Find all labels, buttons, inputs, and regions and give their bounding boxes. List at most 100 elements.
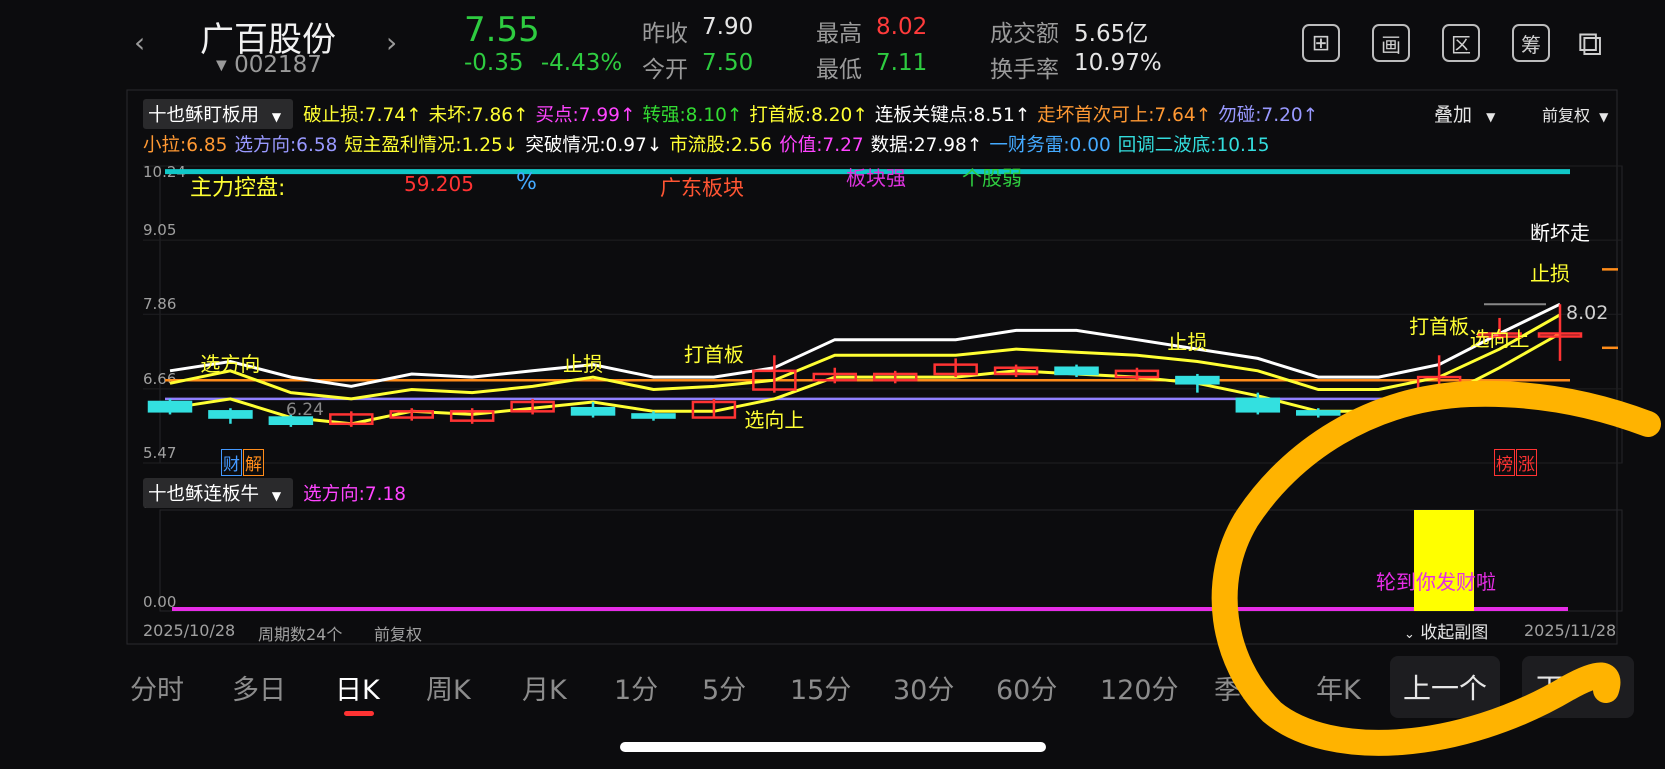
active-tab-indicator bbox=[344, 711, 374, 716]
sub-indicator-name: 十也稣连板牛 bbox=[148, 484, 260, 505]
candle-body bbox=[1416, 375, 1462, 391]
chart-annotation: 止损 bbox=[563, 352, 603, 376]
collapse-subchart-button[interactable]: ⌄ 收起副图 bbox=[1404, 618, 1488, 643]
chevron-down-icon: ⌄ bbox=[1404, 627, 1415, 642]
candle-body bbox=[812, 372, 858, 382]
rotate-screen-icon[interactable]: ⧉ bbox=[1578, 24, 1602, 64]
price-change-abs: -0.35 bbox=[464, 50, 524, 76]
tab-intraday[interactable]: 分时 bbox=[130, 668, 184, 707]
sub-plot-area bbox=[159, 509, 1623, 612]
candle-body bbox=[872, 372, 918, 382]
price-change-pct: -4.43% bbox=[540, 50, 623, 76]
candle-body bbox=[752, 369, 797, 391]
prev-stock-arrow[interactable]: ‹ bbox=[134, 26, 145, 59]
sub-signal-bar bbox=[1414, 510, 1474, 611]
tab-1min[interactable]: 1分 bbox=[614, 668, 658, 707]
stock-weak-label: 个股弱 bbox=[962, 166, 1022, 190]
tab-season-k[interactable]: 季K bbox=[1214, 668, 1259, 707]
candle-body bbox=[1356, 410, 1401, 419]
chart-annotation: 选方向 bbox=[200, 352, 260, 376]
home-indicator[interactable] bbox=[620, 742, 1046, 752]
sub-indicator-select[interactable]: 十也稣连板牛 ▼ bbox=[143, 478, 294, 508]
candle-body bbox=[208, 410, 253, 419]
indicator-value-key-point: 连板关键点:8.51↑ bbox=[874, 105, 1031, 126]
tab-15min[interactable]: 15分 bbox=[790, 668, 851, 707]
high-value: 8.02 bbox=[876, 14, 928, 40]
candle-body bbox=[1477, 332, 1522, 338]
indicator-value-first-break: 走坏首次可上:7.64↑ bbox=[1037, 105, 1212, 126]
chevron-down-icon: ▼ bbox=[216, 57, 227, 74]
overlay-dropdown[interactable]: 叠加 ▼ bbox=[1434, 100, 1495, 127]
indicator-value-not-broken: 未坏:7.86↑ bbox=[428, 105, 529, 126]
main-indicator-row-2: 小拉:6.85 选方向:6.58 短主盈利情况:1.25↓ 突破情况:0.97↓… bbox=[143, 131, 1276, 157]
max-price-marker: 8.02 bbox=[1566, 302, 1609, 324]
open-value: 7.50 bbox=[702, 50, 754, 76]
rank-badge[interactable]: 榜 bbox=[1494, 449, 1515, 476]
chart-annotation: 选向上 bbox=[744, 408, 804, 432]
indicator-value-value: 价值:7.27 bbox=[779, 135, 864, 156]
high-label: 最高 bbox=[816, 21, 862, 47]
indicator-value-first-board: 打首板:8.20↑ bbox=[749, 105, 868, 126]
stock-code: 002187 bbox=[234, 52, 322, 78]
add-watchlist-button[interactable]: ⊞ bbox=[1302, 24, 1340, 62]
finance-badge[interactable]: 财 bbox=[221, 449, 242, 476]
chevron-down-icon: ▼ bbox=[1486, 110, 1496, 124]
tab-week-k[interactable]: 周K bbox=[426, 668, 471, 707]
indicator-series-line bbox=[169, 313, 1561, 401]
indicator-value-data: 数据:27.98↑ bbox=[870, 135, 983, 156]
candle-body bbox=[389, 410, 434, 419]
candle-body bbox=[1235, 397, 1281, 413]
limit-up-badge[interactable]: 涨 bbox=[1516, 449, 1537, 476]
candle-body bbox=[329, 413, 374, 426]
indicator-value-turn-strong: 转强:8.10↑ bbox=[642, 105, 743, 126]
candle-body bbox=[147, 400, 193, 413]
x-axis-adjust: 前复权 bbox=[374, 625, 423, 644]
main-control-value: 59.205 bbox=[404, 172, 474, 196]
main-control-percent: % bbox=[516, 170, 537, 195]
chart-annotation: 打首板 bbox=[684, 343, 744, 367]
tab-day-k[interactable]: 日K bbox=[335, 668, 380, 707]
turnover-rate-value: 10.97% bbox=[1074, 50, 1162, 76]
range-stat-button[interactable]: 区 bbox=[1442, 24, 1480, 62]
low-label: 最低 bbox=[816, 57, 862, 83]
sub-indicator-row: 十也稣连板牛 ▼ 选方向:7.18 bbox=[143, 478, 413, 508]
indicator-series-line bbox=[169, 302, 1561, 388]
tab-year-k[interactable]: 年K bbox=[1316, 668, 1361, 707]
y-tick-label: 6.66 bbox=[143, 370, 176, 388]
next-stock-button[interactable]: 下一个 bbox=[1522, 656, 1634, 718]
chart-annotation: 止损 bbox=[1167, 330, 1207, 354]
sub-chart-slogan: 轮到你发财啦 bbox=[1376, 570, 1496, 594]
tab-60min[interactable]: 60分 bbox=[996, 668, 1057, 707]
main-indicator-select[interactable]: 十也稣盯板用 ▼ bbox=[143, 99, 294, 129]
chip-distribution-button[interactable]: 筹 bbox=[1512, 24, 1550, 62]
stock-code-dropdown[interactable]: ▼ 002187 bbox=[216, 52, 322, 78]
tab-30min[interactable]: 30分 bbox=[893, 668, 954, 707]
tab-month-k[interactable]: 月K bbox=[522, 668, 567, 707]
tab-multi-day[interactable]: 多日 bbox=[232, 668, 286, 707]
prev-stock-button[interactable]: 上一个 bbox=[1390, 656, 1500, 718]
min-price-marker: 6.24 bbox=[286, 400, 324, 420]
indicator-value-direction: 选方向:6.58 bbox=[234, 135, 338, 156]
tab-5min[interactable]: 5分 bbox=[702, 668, 746, 707]
sub-indicator-value: 选方向:7.18 bbox=[303, 484, 407, 505]
turnover-amount-label: 成交额 bbox=[990, 21, 1059, 47]
draw-tool-button[interactable]: 画 bbox=[1372, 24, 1410, 62]
candle-body bbox=[1054, 366, 1099, 376]
tab-120min[interactable]: 120分 bbox=[1100, 668, 1179, 707]
candle-body bbox=[1296, 410, 1341, 416]
indicator-value-stop-loss: 破止损:7.74↑ bbox=[303, 105, 422, 126]
indicator-value-do-not-touch: 勿碰:7.20↑ bbox=[1218, 105, 1319, 126]
candle-body bbox=[691, 400, 737, 419]
open-label: 今开 bbox=[642, 57, 688, 83]
unlock-badge[interactable]: 解 bbox=[243, 449, 264, 476]
collapse-subchart-label: 收起副图 bbox=[1420, 623, 1489, 643]
turnover-amount-value: 5.65亿 bbox=[1074, 21, 1149, 47]
candle-body bbox=[449, 410, 495, 422]
adjust-dropdown[interactable]: 前复权 ▼ bbox=[1542, 102, 1608, 126]
y-tick-label: 10.24 bbox=[143, 163, 186, 181]
indicator-value-pullback: 回调二波底:10.15 bbox=[1117, 135, 1270, 156]
last-price: 7.55 bbox=[464, 10, 540, 50]
main-indicator-name: 十也稣盯板用 bbox=[148, 105, 260, 126]
next-stock-arrow[interactable]: › bbox=[386, 26, 397, 59]
indicator-value-breakout: 突破情况:0.97↓ bbox=[525, 135, 663, 156]
